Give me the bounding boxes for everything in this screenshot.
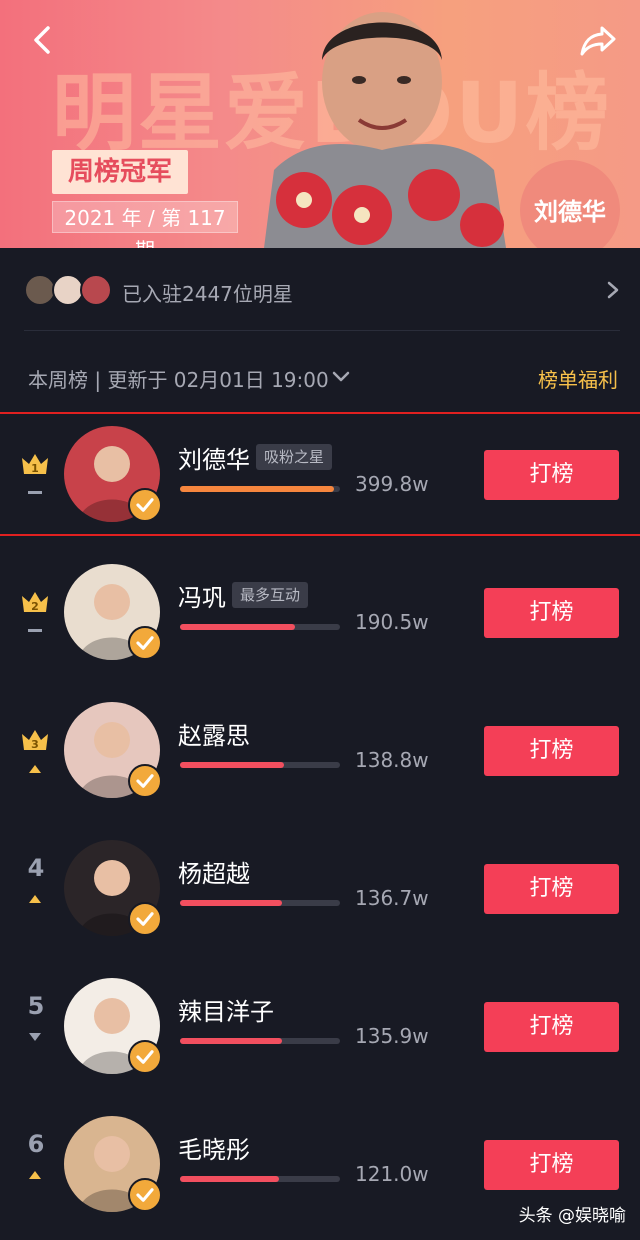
star-name: 刘德华: [178, 446, 250, 474]
popularity-score: 136.7w: [355, 886, 429, 910]
star-avatar[interactable]: [64, 426, 162, 522]
list-welfare-link[interactable]: 榜单福利: [538, 364, 618, 393]
star-name: 毛晓彤: [178, 1136, 250, 1164]
vote-button[interactable]: 打榜: [484, 1140, 619, 1190]
rank-up-icon: [29, 1171, 41, 1179]
star-name: 杨超越: [178, 860, 250, 888]
popularity-bar: [180, 624, 340, 630]
vote-button[interactable]: 打榜: [484, 1002, 619, 1052]
popularity-bar: [180, 762, 340, 768]
popularity-bar-fill: [180, 900, 283, 906]
back-arrow-icon[interactable]: [24, 22, 60, 58]
vote-button[interactable]: 打榜: [484, 864, 619, 914]
chevron-down-icon[interactable]: [331, 370, 351, 384]
rank-number: 1: [31, 462, 39, 475]
popularity-bar-fill: [180, 1038, 283, 1044]
popularity-bar: [180, 486, 340, 492]
rank-number: 4: [27, 854, 45, 882]
crown-icon: 2: [22, 592, 48, 613]
verified-check-icon: [128, 1178, 162, 1212]
vote-button[interactable]: 打榜: [484, 450, 619, 500]
popularity-bar-fill: [180, 624, 296, 630]
rank-down-icon: [29, 1033, 41, 1041]
week-update-label[interactable]: 本周榜 | 更新于 02月01日 19:00: [28, 364, 329, 393]
popularity-bar: [180, 1176, 340, 1182]
share-icon[interactable]: [578, 20, 618, 60]
popularity-bar-fill: [180, 762, 284, 768]
popularity-bar: [180, 1038, 340, 1044]
crown-icon: 3: [22, 730, 48, 751]
crown-icon: 1: [22, 454, 48, 475]
divider: [24, 330, 620, 331]
champion-portrait: [264, 12, 506, 248]
ranking-row[interactable]: 2 冯巩 最多互动 190.5w 打榜: [0, 552, 640, 672]
ranking-row[interactable]: 3 赵露思 138.8w 打榜: [0, 690, 640, 810]
popularity-score: 138.8w: [355, 748, 429, 772]
popularity-bar-fill: [180, 1176, 280, 1182]
rank-number: 3: [31, 738, 39, 751]
popularity-score: 399.8w: [355, 472, 429, 496]
popularity-score: 135.9w: [355, 1024, 429, 1048]
star-avatar[interactable]: [64, 702, 162, 798]
ranking-row[interactable]: 5 辣目洋子 135.9w 打榜: [0, 966, 640, 1086]
vote-button[interactable]: 打榜: [484, 726, 619, 776]
week-selector-row: 本周榜 | 更新于 02月01日 19:00 榜单福利: [0, 356, 640, 396]
popularity-bar-fill: [180, 486, 334, 492]
vote-button[interactable]: 打榜: [484, 588, 619, 638]
popularity-score: 121.0w: [355, 1162, 429, 1186]
resident-count-text: 已入驻2447位明星: [122, 282, 293, 306]
star-tag: 最多互动: [232, 582, 309, 608]
verified-check-icon: [128, 488, 162, 522]
weekly-champion-badge: 周榜冠军: [52, 150, 188, 194]
verified-check-icon: [128, 902, 162, 936]
chevron-right-icon: [607, 281, 619, 299]
rank-number: 2: [31, 600, 39, 613]
popularity-bar: [180, 900, 340, 906]
star-name: 冯巩: [178, 584, 226, 612]
verified-check-icon: [128, 1040, 162, 1074]
star-name: 辣目洋子: [178, 998, 274, 1026]
popularity-score: 190.5w: [355, 610, 429, 634]
watermark: 头条 @娱晓喻: [518, 1206, 626, 1226]
rank-number: 5: [27, 992, 45, 1020]
star-avatar[interactable]: [64, 840, 162, 936]
rank-number: 6: [27, 1130, 45, 1158]
star-avatar[interactable]: [64, 564, 162, 660]
rank-up-icon: [29, 765, 41, 773]
rank-up-icon: [29, 895, 41, 903]
rank-unchanged-icon: [28, 491, 42, 494]
resident-stars-row[interactable]: 已入驻2447位明星: [0, 258, 640, 326]
star-tag: 吸粉之星: [256, 444, 333, 470]
ranking-row[interactable]: 1 刘德华 吸粉之星 399.8w 打榜: [0, 412, 640, 536]
star-name: 赵露思: [178, 722, 250, 750]
header-banner: 明星爱DOU榜 周榜冠军 2021 年 / 第 117 期 刘德华: [0, 0, 640, 248]
period-label: 2021 年 / 第 117 期: [52, 201, 238, 248]
resident-avatar: [80, 274, 112, 306]
verified-check-icon: [128, 764, 162, 798]
verified-check-icon: [128, 626, 162, 660]
star-avatar[interactable]: [64, 978, 162, 1074]
champion-name: 刘德华: [534, 198, 606, 226]
star-avatar[interactable]: [64, 1116, 162, 1212]
rank-unchanged-icon: [28, 629, 42, 632]
ranking-row[interactable]: 4 杨超越 136.7w 打榜: [0, 828, 640, 948]
